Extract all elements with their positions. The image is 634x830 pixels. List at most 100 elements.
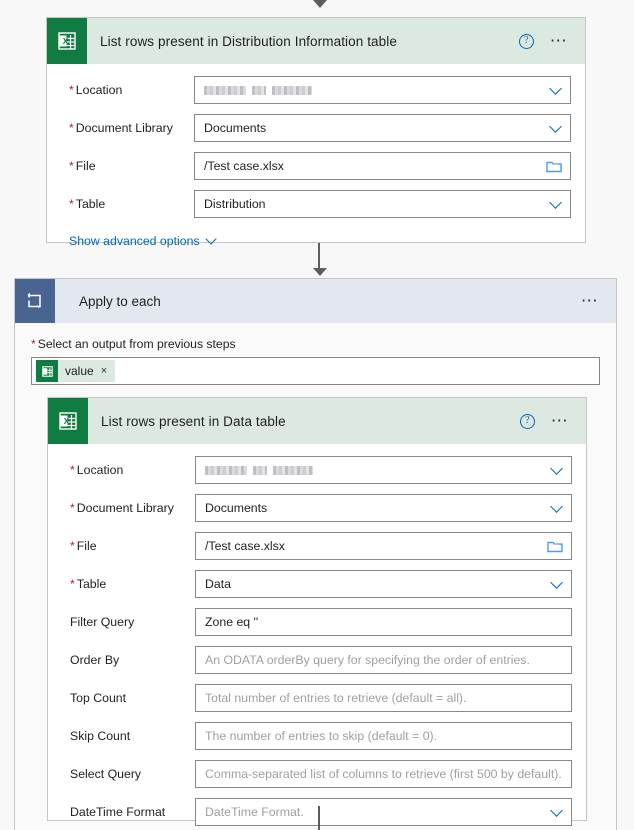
field-input-location[interactable] — [194, 76, 571, 104]
field-row-table: * Table Data — [62, 570, 572, 598]
field-label-top-count: Top Count — [70, 691, 127, 705]
field-row-document-library: * Document Library Documents — [62, 494, 572, 522]
field-placeholder-top-count: Total number of entries to retrieve (def… — [205, 691, 467, 705]
field-label-document-library: * Document Library — [70, 501, 174, 515]
field-label-location: * Location — [69, 83, 123, 97]
help-circle-icon[interactable]: ? — [519, 413, 535, 429]
required-asterisk: * — [69, 197, 74, 211]
field-input-file[interactable]: /Test case.xlsx — [195, 532, 572, 560]
field-value-filter-query: Zone eq '' — [205, 615, 259, 629]
field-row-order-by: Order By An ODATA orderBy query for spec… — [62, 646, 572, 674]
chevron-down-icon — [204, 233, 217, 245]
more-options-icon[interactable]: ⋯ — [550, 32, 569, 49]
chevron-down-icon[interactable] — [550, 462, 563, 475]
connector-arrow-middle — [313, 268, 327, 276]
required-asterisk: * — [69, 159, 74, 173]
apply-to-each-scope[interactable]: Apply to each ⋯ * Select an output from p… — [14, 278, 617, 830]
field-input-table[interactable]: Data — [195, 570, 572, 598]
field-input-table[interactable]: Distribution — [194, 190, 571, 218]
field-label-location: * Location — [70, 463, 124, 477]
help-circle-icon[interactable]: ? — [518, 33, 534, 49]
folder-picker-icon[interactable] — [546, 159, 562, 176]
field-input-skip-count[interactable]: The number of entries to skip (default =… — [195, 722, 572, 750]
folder-picker-icon[interactable] — [547, 539, 563, 556]
card-header[interactable]: X List rows present in Data table ? ⋯ — [48, 398, 586, 444]
connector-arrow-top — [313, 0, 327, 8]
card-header-actions: ? ⋯ — [518, 32, 585, 49]
excel-icon: X — [48, 398, 88, 444]
field-label-file: * File — [69, 159, 96, 173]
scope-body: * Select an output from previous steps va… — [15, 323, 616, 385]
chevron-down-icon[interactable] — [549, 196, 562, 209]
field-row-select-query: Select Query Comma-separated list of col… — [62, 760, 572, 788]
chevron-down-icon[interactable] — [550, 804, 563, 817]
field-placeholder-order-by: An ODATA orderBy query for specifying th… — [205, 653, 530, 667]
chevron-down-icon[interactable] — [549, 82, 562, 95]
scope-field-label: * Select an output from previous steps — [31, 337, 236, 351]
chevron-down-icon[interactable] — [550, 576, 563, 589]
field-label-select-query: Select Query — [70, 767, 142, 781]
field-row-datetime-format: DateTime Format DateTime Format. — [62, 798, 572, 826]
required-asterisk: * — [70, 539, 75, 553]
connector-line-bottom — [318, 806, 320, 830]
field-label-datetime-format: DateTime Format — [70, 805, 166, 819]
card-header[interactable]: X List rows present in Distribution Info… — [47, 18, 585, 64]
required-asterisk: * — [70, 577, 75, 591]
field-input-order-by[interactable]: An ODATA orderBy query for specifying th… — [195, 646, 572, 674]
field-input-top-count[interactable]: Total number of entries to retrieve (def… — [195, 684, 572, 712]
field-input-document-library[interactable]: Documents — [195, 494, 572, 522]
field-value-document-library: Documents — [205, 501, 268, 515]
card-title: List rows present in Distribution Inform… — [100, 33, 397, 49]
token-label: value — [65, 364, 94, 378]
field-label-order-by: Order By — [70, 653, 120, 667]
field-row-document-library: * Document Library Documents — [61, 114, 571, 142]
field-input-select-query[interactable]: Comma-separated list of columns to retri… — [195, 760, 572, 788]
field-input-file[interactable]: /Test case.xlsx — [194, 152, 571, 180]
required-asterisk: * — [69, 83, 74, 97]
field-input-filter-query[interactable]: Zone eq '' — [195, 608, 572, 636]
field-label-file: * File — [70, 539, 97, 553]
field-row-table: * Table Distribution — [61, 190, 571, 218]
redacted-value — [205, 465, 313, 475]
card-title: List rows present in Data table — [101, 413, 286, 429]
field-placeholder-skip-count: The number of entries to skip (default =… — [205, 729, 438, 743]
field-value-file: /Test case.xlsx — [205, 539, 285, 553]
card-body: *Location *Document Library Documents — [48, 444, 586, 830]
field-label-table: * Table — [69, 197, 106, 211]
show-advanced-options-link[interactable]: Show advanced options — [61, 228, 571, 248]
field-label-table: * Table — [70, 577, 107, 591]
flow-designer-canvas: X List rows present in Distribution Info… — [0, 0, 634, 830]
field-input-document-library[interactable]: Documents — [194, 114, 571, 142]
card-body: * Location * Document Library Documents * — [47, 64, 585, 248]
svg-text:X: X — [63, 37, 69, 46]
select-output-input[interactable]: value × — [31, 357, 600, 385]
required-asterisk: * — [70, 501, 75, 515]
chevron-down-icon[interactable] — [549, 120, 562, 133]
field-value-table: Distribution — [204, 197, 266, 211]
action-card-list-rows-distribution[interactable]: X List rows present in Distribution Info… — [46, 17, 586, 248]
field-label-skip-count: Skip Count — [70, 729, 131, 743]
close-icon[interactable]: × — [101, 365, 107, 377]
advanced-options-label: Show advanced options — [69, 234, 200, 248]
excel-icon: X — [47, 18, 87, 64]
required-asterisk: * — [70, 463, 75, 477]
more-options-icon[interactable]: ⋯ — [581, 292, 600, 309]
redacted-value — [204, 85, 312, 95]
field-value-file: /Test case.xlsx — [204, 159, 284, 173]
field-placeholder-datetime-format: DateTime Format. — [205, 805, 304, 819]
field-label-filter-query: Filter Query — [70, 615, 135, 629]
required-asterisk: * — [31, 337, 36, 351]
more-options-icon[interactable]: ⋯ — [551, 412, 570, 429]
field-row-location: * Location — [61, 76, 571, 104]
field-row-top-count: Top Count Total number of entries to ret… — [62, 684, 572, 712]
field-row-filter-query: Filter Query Zone eq '' — [62, 608, 572, 636]
action-card-list-rows-data[interactable]: X List rows present in Data table ? ⋯ * L… — [47, 397, 587, 826]
chevron-down-icon[interactable] — [550, 500, 563, 513]
field-input-location[interactable] — [195, 456, 572, 484]
field-row-file: * File /Test case.xlsx — [61, 152, 571, 180]
field-label-document-library: * Document Library — [69, 121, 173, 135]
token-chip-value[interactable]: value × — [36, 360, 116, 382]
scope-header[interactable]: Apply to each ⋯ — [15, 279, 616, 323]
excel-icon — [36, 360, 58, 382]
field-input-datetime-format[interactable]: DateTime Format. — [195, 798, 572, 826]
